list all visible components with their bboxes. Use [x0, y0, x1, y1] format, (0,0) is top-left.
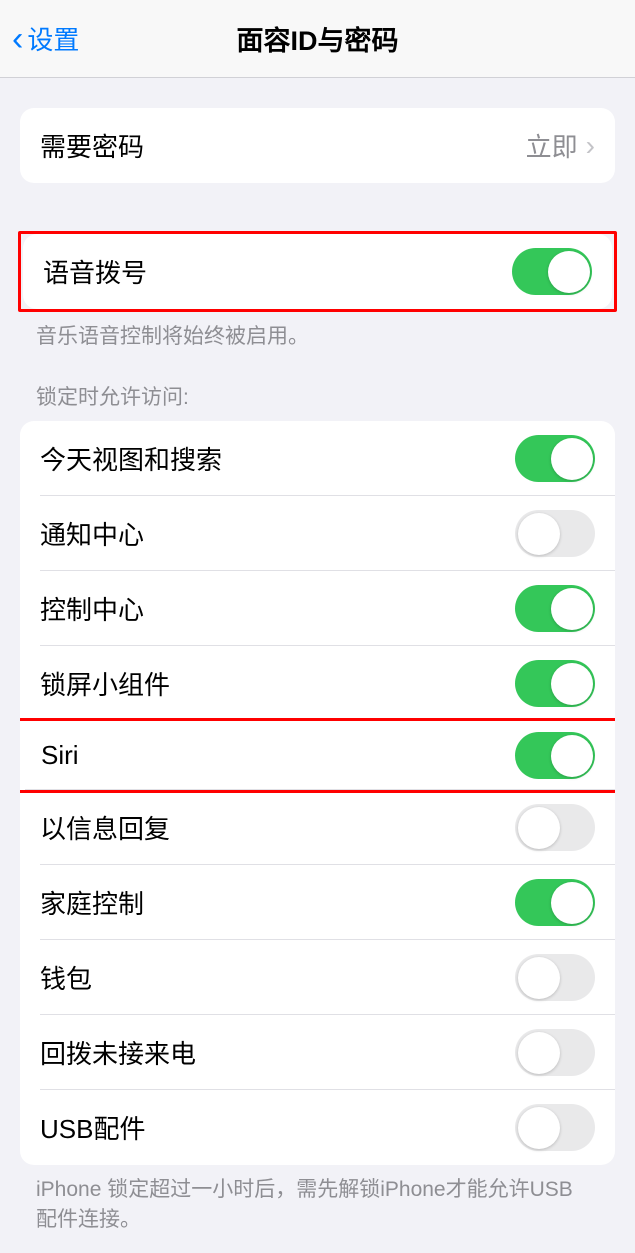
- page-title: 面容ID与密码: [237, 19, 399, 58]
- lock-access-item-label: USB配件: [40, 1109, 145, 1146]
- lock-access-row: 钱包: [20, 940, 615, 1015]
- lock-access-item-label: 钱包: [40, 959, 92, 996]
- lock-access-row: USB配件: [20, 1090, 615, 1165]
- toggle-knob: [518, 807, 560, 849]
- require-passcode-group: 需要密码 立即 ›: [20, 108, 615, 183]
- voice-dial-label: 语音拨号: [43, 253, 147, 290]
- lock-access-item-label: 锁屏小组件: [40, 665, 170, 702]
- lock-access-row: 通知中心: [20, 496, 615, 571]
- lock-access-header: 锁定时允许访问:: [0, 381, 635, 421]
- lock-access-item-label: 以信息回复: [40, 809, 170, 846]
- lock-access-item-label: 回拨未接来电: [40, 1034, 196, 1071]
- require-passcode-label: 需要密码: [40, 127, 144, 164]
- toggle-knob: [518, 513, 560, 555]
- lock-access-row: 锁屏小组件: [20, 646, 615, 721]
- navigation-bar: ‹ 设置 面容ID与密码: [0, 0, 635, 78]
- back-button[interactable]: ‹ 设置: [12, 20, 79, 57]
- lock-access-row: 回拨未接来电: [20, 1015, 615, 1090]
- lock-access-item-label: Siri: [41, 740, 79, 771]
- lock-access-item-label: 通知中心: [40, 515, 144, 552]
- lock-access-item-label: 今天视图和搜索: [40, 440, 222, 477]
- chevron-left-icon: ‹: [12, 22, 23, 56]
- voice-dial-group: 语音拨号: [23, 234, 612, 309]
- voice-dial-footer: 音乐语音控制将始终被启用。: [0, 312, 635, 351]
- lock-access-row: 今天视图和搜索: [20, 421, 615, 496]
- lock-access-item-toggle[interactable]: [515, 804, 595, 851]
- lock-access-item-toggle[interactable]: [515, 510, 595, 557]
- lock-access-item-toggle[interactable]: [515, 585, 595, 632]
- lock-access-row: 以信息回复: [20, 790, 615, 865]
- voice-dial-toggle[interactable]: [512, 248, 592, 295]
- lock-access-item-toggle[interactable]: [515, 732, 595, 779]
- toggle-knob: [551, 663, 593, 705]
- lock-access-item-toggle[interactable]: [515, 1029, 595, 1076]
- toggle-knob: [551, 588, 593, 630]
- voice-dial-row: 语音拨号: [23, 234, 612, 309]
- lock-access-footer: iPhone 锁定超过一小时后，需先解锁iPhone才能允许USB 配件连接。: [0, 1165, 635, 1234]
- toggle-knob: [518, 1032, 560, 1074]
- require-passcode-value: 立即: [526, 127, 578, 164]
- lock-access-row: Siri: [20, 718, 615, 793]
- lock-access-group: 今天视图和搜索通知中心控制中心锁屏小组件 Siri 以信息回复家庭控制钱包回拨未接来…: [20, 421, 615, 1165]
- lock-access-item-label: 控制中心: [40, 590, 144, 627]
- toggle-knob: [551, 438, 593, 480]
- lock-access-row: 家庭控制: [20, 865, 615, 940]
- toggle-knob: [551, 735, 593, 777]
- lock-access-item-toggle[interactable]: [515, 435, 595, 482]
- lock-access-item-toggle[interactable]: [515, 1104, 595, 1151]
- toggle-knob: [518, 957, 560, 999]
- lock-access-item-toggle[interactable]: [515, 954, 595, 1001]
- lock-access-item-toggle[interactable]: [515, 660, 595, 707]
- toggle-knob: [551, 882, 593, 924]
- toggle-knob: [548, 251, 590, 293]
- lock-access-item-label: 家庭控制: [40, 884, 144, 921]
- toggle-knob: [518, 1107, 560, 1149]
- lock-access-row: 控制中心: [20, 571, 615, 646]
- voice-dial-highlight: 语音拨号: [18, 231, 617, 312]
- back-label: 设置: [27, 20, 79, 57]
- chevron-right-icon: ›: [586, 130, 595, 162]
- require-passcode-row[interactable]: 需要密码 立即 ›: [20, 108, 615, 183]
- lock-access-item-toggle[interactable]: [515, 879, 595, 926]
